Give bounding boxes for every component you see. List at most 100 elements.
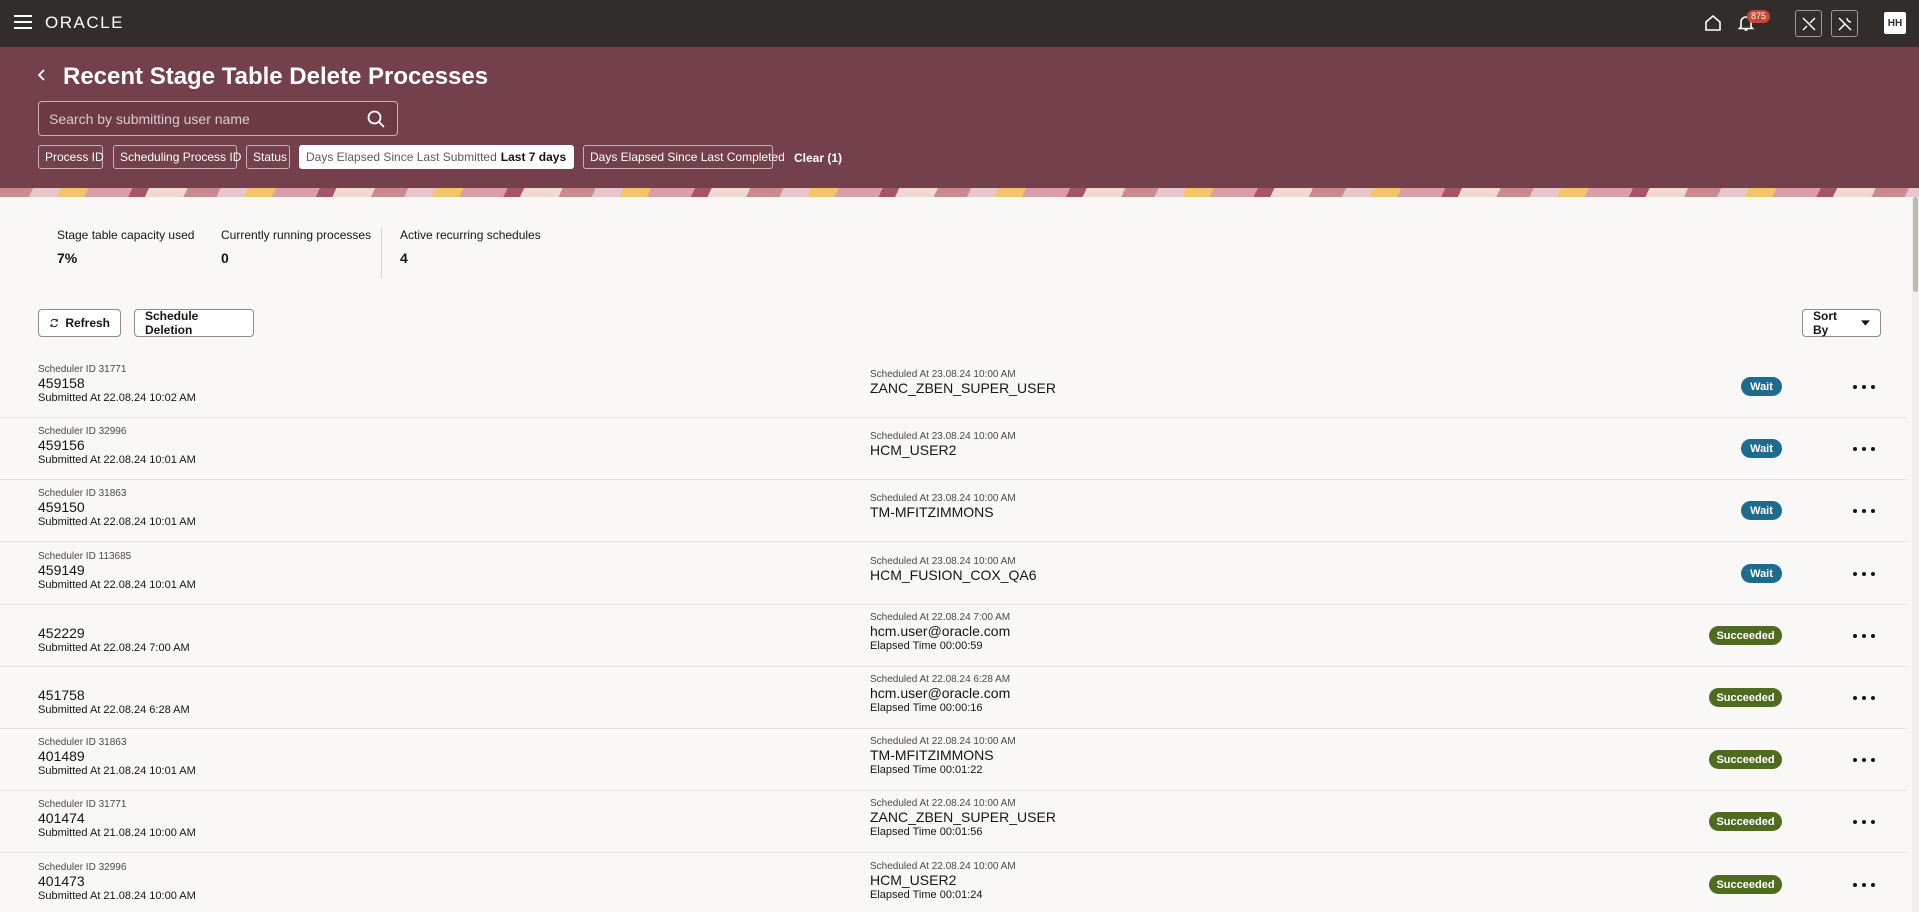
page-scrollbar[interactable]: [1912, 197, 1919, 912]
schedule-deletion-label: Schedule Deletion: [145, 309, 199, 337]
process-row[interactable]: Scheduler ID 31863 401489 Submitted At 21.…: [0, 729, 1906, 791]
refresh-button[interactable]: Refresh: [38, 309, 121, 337]
back-arrow-icon[interactable]: [35, 67, 51, 87]
home-icon[interactable]: [1701, 11, 1725, 35]
elapsed-time: Elapsed Time 00:01:24: [870, 889, 983, 901]
process-info: Scheduler ID 31863 459150 Submitted At 22.…: [38, 488, 196, 529]
metric-value: 4: [400, 250, 408, 266]
schedule-info: Scheduled At 22.08.24 7:00 AM hcm.user@or…: [870, 612, 1010, 653]
elapsed-time: Elapsed Time 00:00:59: [870, 640, 983, 652]
metric-running: Currently running processes 0: [221, 228, 371, 266]
schedule-info: Scheduled At 22.08.24 10:00 AM ZANC_ZBEN_…: [870, 798, 1056, 839]
status-badge: Succeeded: [1709, 688, 1782, 707]
process-row[interactable]: Scheduler ID 31771 401474 Submitted At 21.…: [0, 791, 1906, 853]
process-info: Scheduler ID 32996 459156 Submitted At 22.…: [38, 426, 196, 467]
more-actions-icon[interactable]: [1853, 878, 1875, 892]
process-id[interactable]: 451758: [38, 687, 190, 703]
user-avatar[interactable]: HH: [1884, 12, 1906, 34]
scheduler-id: Scheduler ID 32996: [38, 862, 127, 873]
submitting-user: TM-MFITZIMMONS: [870, 747, 994, 763]
scheduled-at: Scheduled At 22.08.24 7:00 AM: [870, 612, 1011, 623]
page-title: Recent Stage Table Delete Processes: [63, 63, 489, 90]
more-actions-icon[interactable]: [1853, 567, 1875, 581]
schedule-info: Scheduled At 23.08.24 10:00 AM TM-MFITZIM…: [870, 493, 1016, 520]
refresh-label: Refresh: [65, 316, 110, 330]
submitting-user: ZANC_ZBEN_SUPER_USER: [870, 380, 1056, 396]
scheduled-at: Scheduled At 22.08.24 6:28 AM: [870, 674, 1011, 685]
scrollbar-thumb[interactable]: [1913, 197, 1918, 292]
tools-icon[interactable]: [1795, 10, 1822, 37]
process-info: Scheduler ID 113685 459149 Submitted At 22…: [38, 551, 196, 592]
filter-scheduling-process-id[interactable]: Scheduling Process ID: [113, 145, 241, 169]
process-id[interactable]: 459158: [38, 375, 196, 391]
process-row[interactable]: 452229 Submitted At 22.08.24 7:00 AM Sched…: [0, 605, 1906, 667]
status-badge: Succeeded: [1709, 875, 1782, 894]
process-row[interactable]: Scheduler ID 31863 459150 Submitted At 22.…: [0, 480, 1906, 542]
scheduler-id: Scheduler ID 31771: [38, 364, 127, 375]
submitting-user: ZANC_ZBEN_SUPER_USER: [870, 809, 1056, 825]
filter-label: Process ID: [45, 150, 104, 164]
more-actions-icon[interactable]: [1853, 629, 1875, 643]
status-badge: Wait: [1741, 564, 1782, 583]
more-actions-icon[interactable]: [1853, 380, 1875, 394]
submitted-at: Submitted At 22.08.24 10:02 AM: [38, 392, 196, 404]
notification-count-badge: 875: [1747, 10, 1771, 23]
global-header: ORACLE 875 HH: [0, 0, 1919, 47]
schedule-info: Scheduled At 22.08.24 10:00 AM TM-MFITZIM…: [870, 736, 1016, 777]
sort-by-button[interactable]: Sort By: [1802, 309, 1881, 337]
process-info: Scheduler ID 31771 401474 Submitted At 21.…: [38, 799, 196, 840]
more-actions-icon[interactable]: [1853, 815, 1875, 829]
process-info: 452229 Submitted At 22.08.24 7:00 AM: [38, 625, 190, 655]
menu-icon[interactable]: [14, 15, 32, 29]
more-actions-icon[interactable]: [1853, 504, 1875, 518]
process-id[interactable]: 459149: [38, 562, 196, 578]
scheduled-at: Scheduled At 23.08.24 10:00 AM: [870, 556, 1016, 567]
process-row[interactable]: Scheduler ID 32996 459156 Submitted At 22.…: [0, 418, 1906, 480]
search-input[interactable]: [39, 102, 359, 135]
more-actions-icon[interactable]: [1853, 442, 1875, 456]
process-row[interactable]: Scheduler ID 32996 401473 Submitted At 21.…: [0, 854, 1906, 912]
metric-value: 7%: [57, 250, 78, 266]
scheduler-id: Scheduler ID 32996: [38, 426, 127, 437]
metric-value: 0: [221, 250, 229, 266]
schedule-info: Scheduled At 22.08.24 10:00 AM HCM_USER2 E…: [870, 861, 1016, 902]
process-info: Scheduler ID 31771 459158 Submitted At 22.…: [38, 364, 196, 405]
metric-schedules: Active recurring schedules 4: [400, 228, 541, 266]
filter-days-since-submitted[interactable]: Days Elapsed Since Last Submitted Last 7…: [299, 145, 574, 169]
process-id[interactable]: 459156: [38, 437, 196, 453]
filter-label: Days Elapsed Since Last Completed: [590, 150, 785, 164]
search-icon[interactable]: [367, 110, 385, 128]
filter-process-id[interactable]: Process ID: [38, 145, 104, 169]
schedule-deletion-button[interactable]: Schedule Deletion: [134, 309, 254, 337]
process-id[interactable]: 452229: [38, 625, 190, 641]
process-info: 451758 Submitted At 22.08.24 6:28 AM: [38, 687, 190, 717]
filter-label: Scheduling Process ID: [120, 150, 242, 164]
process-row[interactable]: 451758 Submitted At 22.08.24 6:28 AM Sched…: [0, 667, 1906, 729]
process-id[interactable]: 401489: [38, 748, 196, 764]
status-badge: Succeeded: [1709, 750, 1782, 769]
search-field[interactable]: [38, 101, 398, 136]
process-id[interactable]: 401474: [38, 810, 196, 826]
elapsed-time: Elapsed Time 00:01:22: [870, 764, 983, 776]
clear-filters-link[interactable]: Clear (1): [794, 151, 842, 165]
status-badge: Wait: [1741, 439, 1782, 458]
more-actions-icon[interactable]: [1853, 691, 1875, 705]
process-row[interactable]: Scheduler ID 113685 459149 Submitted At 22…: [0, 543, 1906, 605]
filter-label: Days Elapsed Since Last Submitted: [306, 150, 497, 164]
sort-by-label: Sort By: [1813, 309, 1837, 337]
filter-status[interactable]: Status: [246, 145, 290, 169]
submitted-at: Submitted At 22.08.24 6:28 AM: [38, 704, 190, 716]
more-actions-icon[interactable]: [1853, 753, 1875, 767]
process-id[interactable]: 401473: [38, 873, 196, 889]
submitting-user: HCM_FUSION_COX_QA6: [870, 567, 1037, 583]
scheduled-at: Scheduled At 22.08.24 10:00 AM: [870, 861, 1016, 872]
submitted-at: Submitted At 22.08.24 7:00 AM: [38, 642, 190, 654]
metric-capacity: Stage table capacity used 7%: [57, 228, 194, 266]
filter-days-since-completed[interactable]: Days Elapsed Since Last Completed: [583, 145, 785, 169]
submitting-user: hcm.user@oracle.com: [870, 685, 1011, 701]
wrench-off-icon[interactable]: [1831, 10, 1858, 37]
process-info: Scheduler ID 32996 401473 Submitted At 21.…: [38, 862, 196, 903]
process-row[interactable]: Scheduler ID 31771 459158 Submitted At 22.…: [0, 356, 1906, 418]
caret-down-icon: [1861, 320, 1870, 326]
process-id[interactable]: 459150: [38, 499, 196, 515]
